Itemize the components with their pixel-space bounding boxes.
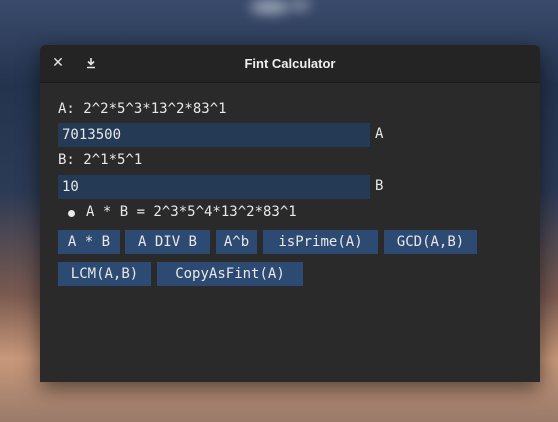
b-field-label: B [375, 178, 384, 194]
b-input[interactable] [58, 175, 370, 199]
copy-as-fint-button[interactable]: CopyAsFint(A) [157, 262, 303, 286]
b-factorization: B: 2^1*5^1 [58, 152, 143, 168]
a-factorization: A: 2^2*5^3*13^2*83^1 [58, 101, 227, 117]
is-prime-button[interactable]: isPrime(A) [263, 230, 378, 254]
lcm-button[interactable]: LCM(A,B) [58, 262, 151, 286]
result-text: A * B = 2^3*5^4*13^2*83^1 [86, 204, 297, 220]
multiply-button[interactable]: A * B [58, 230, 120, 254]
a-input[interactable] [58, 123, 370, 147]
background-bokeh [290, 0, 310, 10]
title-bar: ✕ Fint Calculator [40, 45, 540, 83]
result-bullet-icon [68, 210, 75, 217]
div-button[interactable]: A DIV B [125, 230, 210, 254]
calculator-window: ✕ Fint Calculator A: 2^2*5^3*13^2*83^1 A… [40, 45, 540, 382]
background-bokeh [250, 0, 290, 14]
gcd-button[interactable]: GCD(A,B) [384, 230, 477, 254]
download-icon[interactable] [80, 52, 102, 74]
power-button[interactable]: A^b [216, 230, 257, 254]
close-icon[interactable]: ✕ [47, 52, 69, 74]
a-field-label: A [375, 126, 384, 142]
window-title: Fint Calculator [244, 56, 336, 71]
